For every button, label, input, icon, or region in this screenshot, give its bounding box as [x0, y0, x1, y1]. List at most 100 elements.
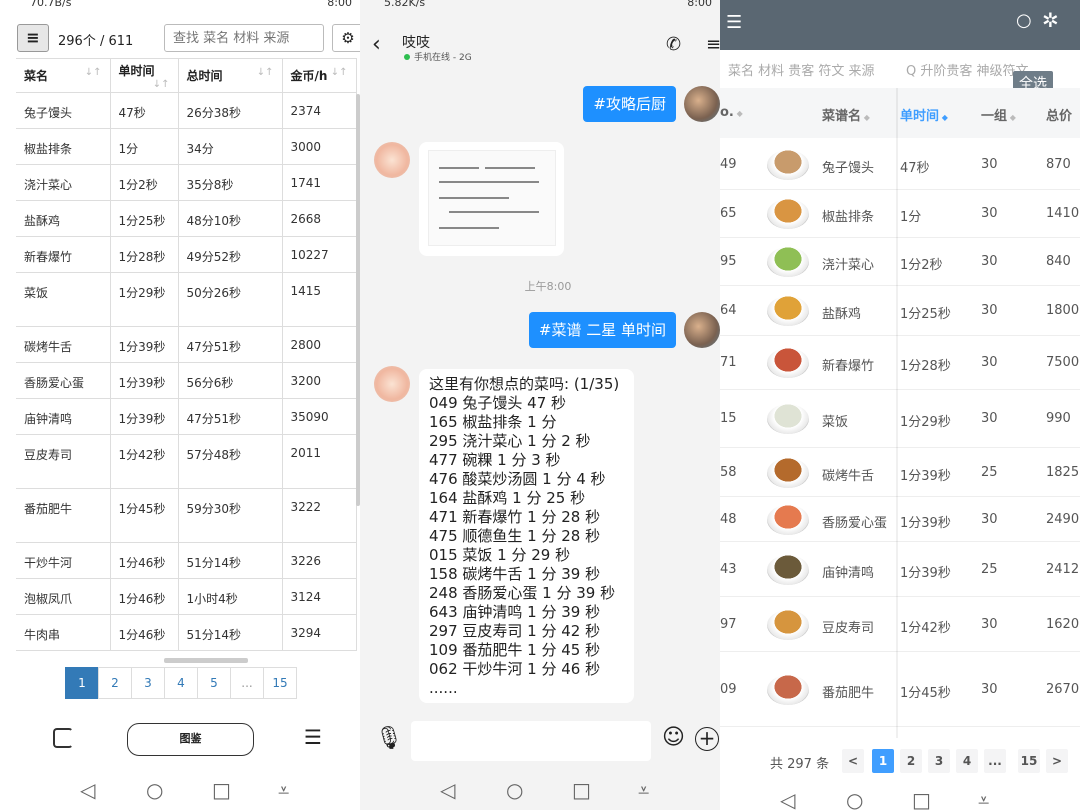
column-header-no[interactable]: o. — [720, 105, 743, 120]
dropdown-nav-icon[interactable]: ⩡ — [638, 778, 649, 802]
page-button[interactable]: 15 — [263, 667, 297, 699]
recents-nav-icon[interactable]: □ — [212, 778, 231, 802]
page-button[interactable]: 1 — [872, 749, 894, 773]
avatar[interactable] — [374, 366, 410, 402]
page-button[interactable]: 15 — [1018, 749, 1040, 773]
page-button[interactable]: ... — [230, 667, 264, 699]
column-header-gold-per-hour[interactable]: 金币/h ↓↑ — [282, 58, 357, 93]
column-header-total-time[interactable]: 总时间 ↓↑ — [178, 58, 283, 93]
table-row[interactable]: 泡椒凤爪 1分46秒 1小时4秒 3124 — [16, 578, 357, 615]
table-row[interactable]: 盐酥鸡 1分25秒 48分10秒 2668 — [16, 200, 357, 237]
back-arrow-icon[interactable]: ‹ — [372, 32, 381, 57]
table-cell-price: 840 — [1046, 254, 1071, 269]
page-button[interactable]: ... — [984, 749, 1006, 773]
more-icon[interactable]: ≡ — [706, 34, 720, 55]
table-row[interactable]: 豆皮寿司 1分42秒 57分48秒 2011 — [16, 434, 357, 489]
page-button[interactable]: 3 — [928, 749, 950, 773]
recents-nav-icon[interactable]: □ — [912, 788, 931, 810]
plus-icon[interactable]: + — [695, 727, 719, 751]
column-header-unit-time[interactable]: 单时间 — [900, 105, 948, 124]
table-cell-no: 15 — [720, 411, 737, 426]
page-button[interactable]: 1 — [65, 667, 99, 699]
page-button[interactable]: 4 — [164, 667, 198, 699]
search-icon[interactable]: ○ — [1016, 10, 1032, 31]
page-button[interactable]: 5 — [197, 667, 231, 699]
column-header-total-price[interactable]: 总价 — [1046, 105, 1072, 124]
table-cell-gold: 2800 — [282, 326, 357, 363]
table-cell-name: 菜饭 — [16, 272, 111, 327]
table-row[interactable]: 牛肉串 1分46秒 51分14秒 3294 — [16, 614, 357, 651]
table-row[interactable]: 64 盐酥鸡 1分25秒 30 1800 — [720, 286, 1080, 336]
page-button[interactable]: 2 — [98, 667, 132, 699]
table-row[interactable]: 95 浇汁菜心 1分2秒 30 840 — [720, 238, 1080, 286]
emoji-icon[interactable]: ☺ — [662, 725, 685, 750]
avatar[interactable] — [374, 142, 410, 178]
table-row[interactable]: 49 兔子馒头 47秒 30 870 — [720, 140, 1080, 190]
back-nav-icon[interactable]: ◁ — [780, 788, 795, 810]
search-input[interactable] — [164, 24, 324, 52]
dropdown-nav-icon[interactable]: ⩡ — [978, 788, 989, 810]
column-header-name[interactable]: 菜名 ↓↑ — [16, 58, 111, 93]
sort-lines-icon[interactable]: ☰ — [304, 727, 326, 747]
table-row[interactable]: 58 碳烤牛舌 1分39秒 25 1825 — [720, 448, 1080, 497]
page-button[interactable]: 2 — [900, 749, 922, 773]
image-message[interactable] — [419, 142, 564, 256]
table-row[interactable]: 09 番茄肥牛 1分45秒 30 2670 — [720, 652, 1080, 727]
page-button[interactable]: 4 — [956, 749, 978, 773]
table-row[interactable]: 香肠爱心蛋 1分39秒 56分6秒 3200 — [16, 362, 357, 399]
back-nav-icon[interactable]: ◁ — [440, 778, 455, 802]
avatar[interactable] — [684, 86, 720, 122]
menu-button[interactable]: ≡ — [17, 24, 49, 52]
microphone-icon[interactable]: 🎙 — [375, 726, 403, 751]
pagination: 1 2 3 4 5... 15 — [65, 667, 297, 699]
table-cell-name: 浇汁菜心 — [16, 164, 111, 201]
message-bubble[interactable]: #菜谱 二星 单时间 — [528, 312, 676, 348]
home-nav-icon[interactable]: ○ — [146, 778, 163, 802]
filter-categories[interactable]: 菜名 材料 贵客 符文 来源 — [728, 60, 875, 79]
table-row[interactable]: 碳烤牛舌 1分39秒 47分51秒 2800 — [16, 326, 357, 363]
gear-icon[interactable]: ✲ — [1042, 8, 1059, 32]
table-row[interactable]: 番茄肥牛 1分45秒 59分30秒 3222 — [16, 488, 357, 543]
table-row[interactable]: 椒盐排条 1分 34分 3000 — [16, 128, 357, 165]
catalog-button[interactable]: 图鉴 — [127, 723, 254, 756]
table-cell-unit: 1分39秒 — [110, 362, 179, 399]
horizontal-scrollbar[interactable] — [164, 658, 248, 663]
message-bubble[interactable]: #攻略后厨 — [583, 86, 676, 122]
table-row[interactable]: 65 椒盐排条 1分 30 1410 — [720, 190, 1080, 238]
table-row[interactable]: 新春爆竹 1分28秒 49分52秒 10227 — [16, 236, 357, 273]
table-cell-unit: 1分39秒 — [900, 516, 951, 531]
avatar[interactable] — [684, 312, 720, 348]
table-row[interactable]: 干炒牛河 1分46秒 51分14秒 3226 — [16, 542, 357, 579]
window-icon[interactable] — [53, 728, 73, 748]
dropdown-nav-icon[interactable]: ⩡ — [278, 778, 289, 802]
column-header-group[interactable]: 一组 — [981, 105, 1016, 124]
table-row[interactable]: 43 庙钟清鸣 1分39秒 25 24125 — [720, 542, 1080, 597]
phone-icon[interactable]: ✆ — [666, 34, 681, 55]
sliders-icon[interactable]: ☰ — [726, 12, 742, 33]
reply-message[interactable]: 这里有你想点的菜吗: (1/35) 049 兔子馒头 47 秒 165 椒盐排条… — [419, 369, 634, 703]
next-page-button[interactable]: > — [1046, 749, 1068, 773]
recents-nav-icon[interactable]: □ — [572, 778, 591, 802]
back-nav-icon[interactable]: ◁ — [80, 778, 95, 802]
page-button[interactable]: 3 — [131, 667, 165, 699]
gear-icon[interactable]: ⚙ — [332, 24, 360, 52]
table-row[interactable]: 菜饭 1分29秒 50分26秒 1415 — [16, 272, 357, 327]
table-cell-group: 30 — [981, 411, 998, 426]
table-row[interactable]: 71 新春爆竹 1分28秒 30 7500 — [720, 336, 1080, 390]
table-row[interactable]: 15 菜饭 1分29秒 30 990 — [720, 390, 1080, 448]
contact-name[interactable]: 吱吱 — [402, 32, 430, 52]
prev-page-button[interactable]: < — [842, 749, 864, 773]
table-cell-unit: 1分46秒 — [110, 542, 179, 579]
home-nav-icon[interactable]: ○ — [506, 778, 523, 802]
table-row[interactable]: 浇汁菜心 1分2秒 35分8秒 1741 — [16, 164, 357, 201]
column-header-unit-time[interactable]: 单时间 ↓↑ — [110, 58, 179, 93]
pagination: 共 297 条 <1 2 3 4... 15 > — [720, 748, 1080, 776]
filter-search[interactable]: Q 升阶贵客 神级符文 — [906, 60, 1029, 79]
table-row[interactable]: 48 香肠爱心蛋 1分39秒 30 2490 — [720, 497, 1080, 542]
home-nav-icon[interactable]: ○ — [846, 788, 863, 810]
table-row[interactable]: 兔子馒头 47秒 26分38秒 2374 — [16, 92, 357, 129]
table-row[interactable]: 庙钟清鸣 1分39秒 47分51秒 35090 — [16, 398, 357, 435]
table-row[interactable]: 97 豆皮寿司 1分42秒 30 1620 — [720, 597, 1080, 652]
message-input[interactable] — [411, 721, 651, 761]
column-header-recipe-name[interactable]: 菜谱名 — [822, 105, 870, 124]
